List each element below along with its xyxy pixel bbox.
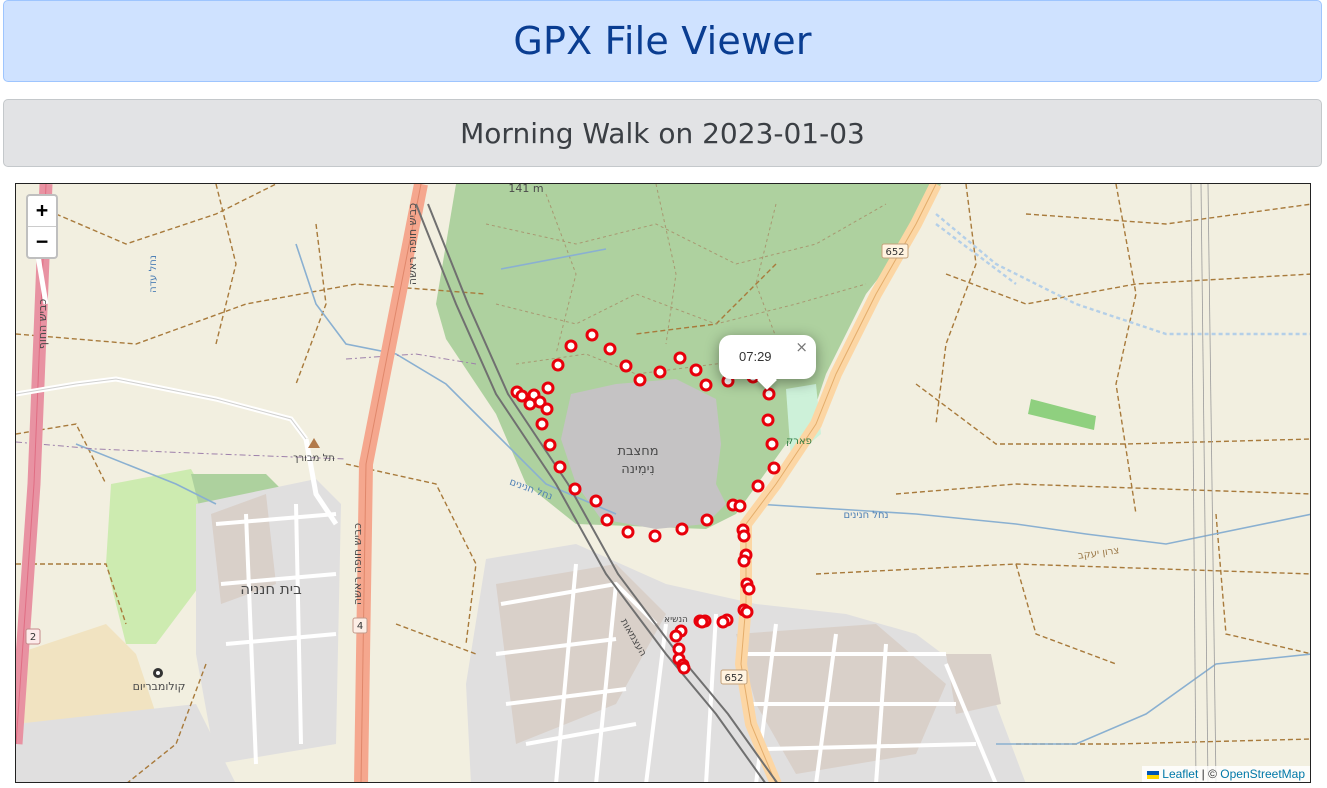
track-title-bar: Morning Walk on 2023-01-03 bbox=[3, 99, 1322, 167]
route-marker[interactable] bbox=[716, 615, 730, 629]
route-marker[interactable] bbox=[742, 582, 756, 596]
route-marker[interactable] bbox=[653, 365, 667, 379]
label-nahal-hanina-2: נחל חנינים bbox=[843, 510, 888, 521]
label-nahal-ada: נחל עדה bbox=[148, 255, 159, 293]
leaflet-link[interactable]: Leaflet bbox=[1162, 767, 1198, 781]
route-marker[interactable] bbox=[633, 373, 647, 387]
map-attribution: Leaflet | © OpenStreetMap bbox=[1142, 766, 1310, 782]
route-marker[interactable] bbox=[700, 513, 714, 527]
route-marker[interactable] bbox=[541, 381, 555, 395]
route-marker[interactable] bbox=[762, 387, 776, 401]
shield-652-b-label: 652 bbox=[724, 673, 743, 684]
route-marker[interactable] bbox=[619, 359, 633, 373]
route-marker[interactable] bbox=[540, 402, 554, 416]
label-hanassi: הנשיא bbox=[664, 615, 688, 625]
label-quarry-2: נִימִינה bbox=[621, 462, 655, 477]
marker-popup: 07:29 × bbox=[719, 335, 816, 390]
route-marker[interactable] bbox=[737, 554, 751, 568]
label-beit-hanania: בית חנניה bbox=[240, 580, 302, 598]
route-marker[interactable] bbox=[568, 482, 582, 496]
route-marker[interactable] bbox=[603, 342, 617, 356]
popup-close-button[interactable]: × bbox=[795, 338, 808, 356]
label-road2-name: כביש החוף bbox=[36, 299, 49, 350]
route-marker[interactable] bbox=[761, 413, 775, 427]
attribution-separator: | © bbox=[1201, 767, 1217, 781]
route-marker[interactable] bbox=[673, 351, 687, 365]
route-marker[interactable] bbox=[737, 529, 751, 543]
route-marker[interactable] bbox=[765, 437, 779, 451]
shield-4-label: 4 bbox=[357, 621, 363, 632]
route-marker[interactable] bbox=[523, 397, 537, 411]
route-marker[interactable] bbox=[669, 629, 683, 643]
app-title: GPX File Viewer bbox=[513, 19, 812, 63]
route-marker[interactable] bbox=[751, 479, 765, 493]
route-marker[interactable] bbox=[767, 461, 781, 475]
route-marker[interactable] bbox=[553, 460, 567, 474]
popup-time: 07:29 bbox=[739, 349, 772, 364]
route-marker[interactable] bbox=[699, 378, 713, 392]
map-tiles[interactable]: מחצבת נִימִינה בית חנניה קולומבריום תל מ… bbox=[16, 184, 1311, 783]
route-marker[interactable] bbox=[648, 529, 662, 543]
route-marker[interactable] bbox=[600, 513, 614, 527]
route-marker[interactable] bbox=[733, 499, 747, 513]
route-marker[interactable] bbox=[535, 417, 549, 431]
label-kolumbarium: קולומבריום bbox=[133, 680, 186, 693]
ukraine-flag-icon bbox=[1147, 770, 1160, 779]
osm-link[interactable]: OpenStreetMap bbox=[1220, 767, 1305, 781]
route-marker[interactable] bbox=[621, 525, 635, 539]
shield-652-label: 652 bbox=[885, 247, 904, 258]
track-title: Morning Walk on 2023-01-03 bbox=[460, 116, 865, 150]
label-road4-name: כביש חופה ראשה bbox=[406, 203, 419, 285]
route-marker[interactable] bbox=[689, 363, 703, 377]
label-tel-mevorah: תל מבורך bbox=[293, 453, 335, 464]
label-park: פארק bbox=[786, 436, 812, 447]
app-header: GPX File Viewer bbox=[3, 0, 1322, 82]
label-road4-name-2: כביש חופה ראשה bbox=[351, 523, 364, 605]
shield-2-label: 2 bbox=[30, 632, 36, 643]
zoom-out-button[interactable]: − bbox=[28, 226, 56, 257]
route-marker[interactable] bbox=[543, 438, 557, 452]
route-marker[interactable] bbox=[740, 605, 754, 619]
route-marker[interactable] bbox=[675, 522, 689, 536]
route-marker[interactable] bbox=[589, 494, 603, 508]
route-marker[interactable] bbox=[551, 358, 565, 372]
label-quarry: מחצבת bbox=[617, 444, 658, 459]
zoom-control: + − bbox=[26, 194, 58, 259]
map-view[interactable]: מחצבת נִימִינה בית חנניה קולומבריום תל מ… bbox=[15, 183, 1311, 783]
zoom-in-button[interactable]: + bbox=[28, 196, 56, 226]
route-marker[interactable] bbox=[564, 339, 578, 353]
route-marker[interactable] bbox=[677, 661, 691, 675]
route-marker[interactable] bbox=[695, 615, 709, 629]
route-marker[interactable] bbox=[585, 328, 599, 342]
label-elevation: 141 m bbox=[508, 184, 543, 195]
